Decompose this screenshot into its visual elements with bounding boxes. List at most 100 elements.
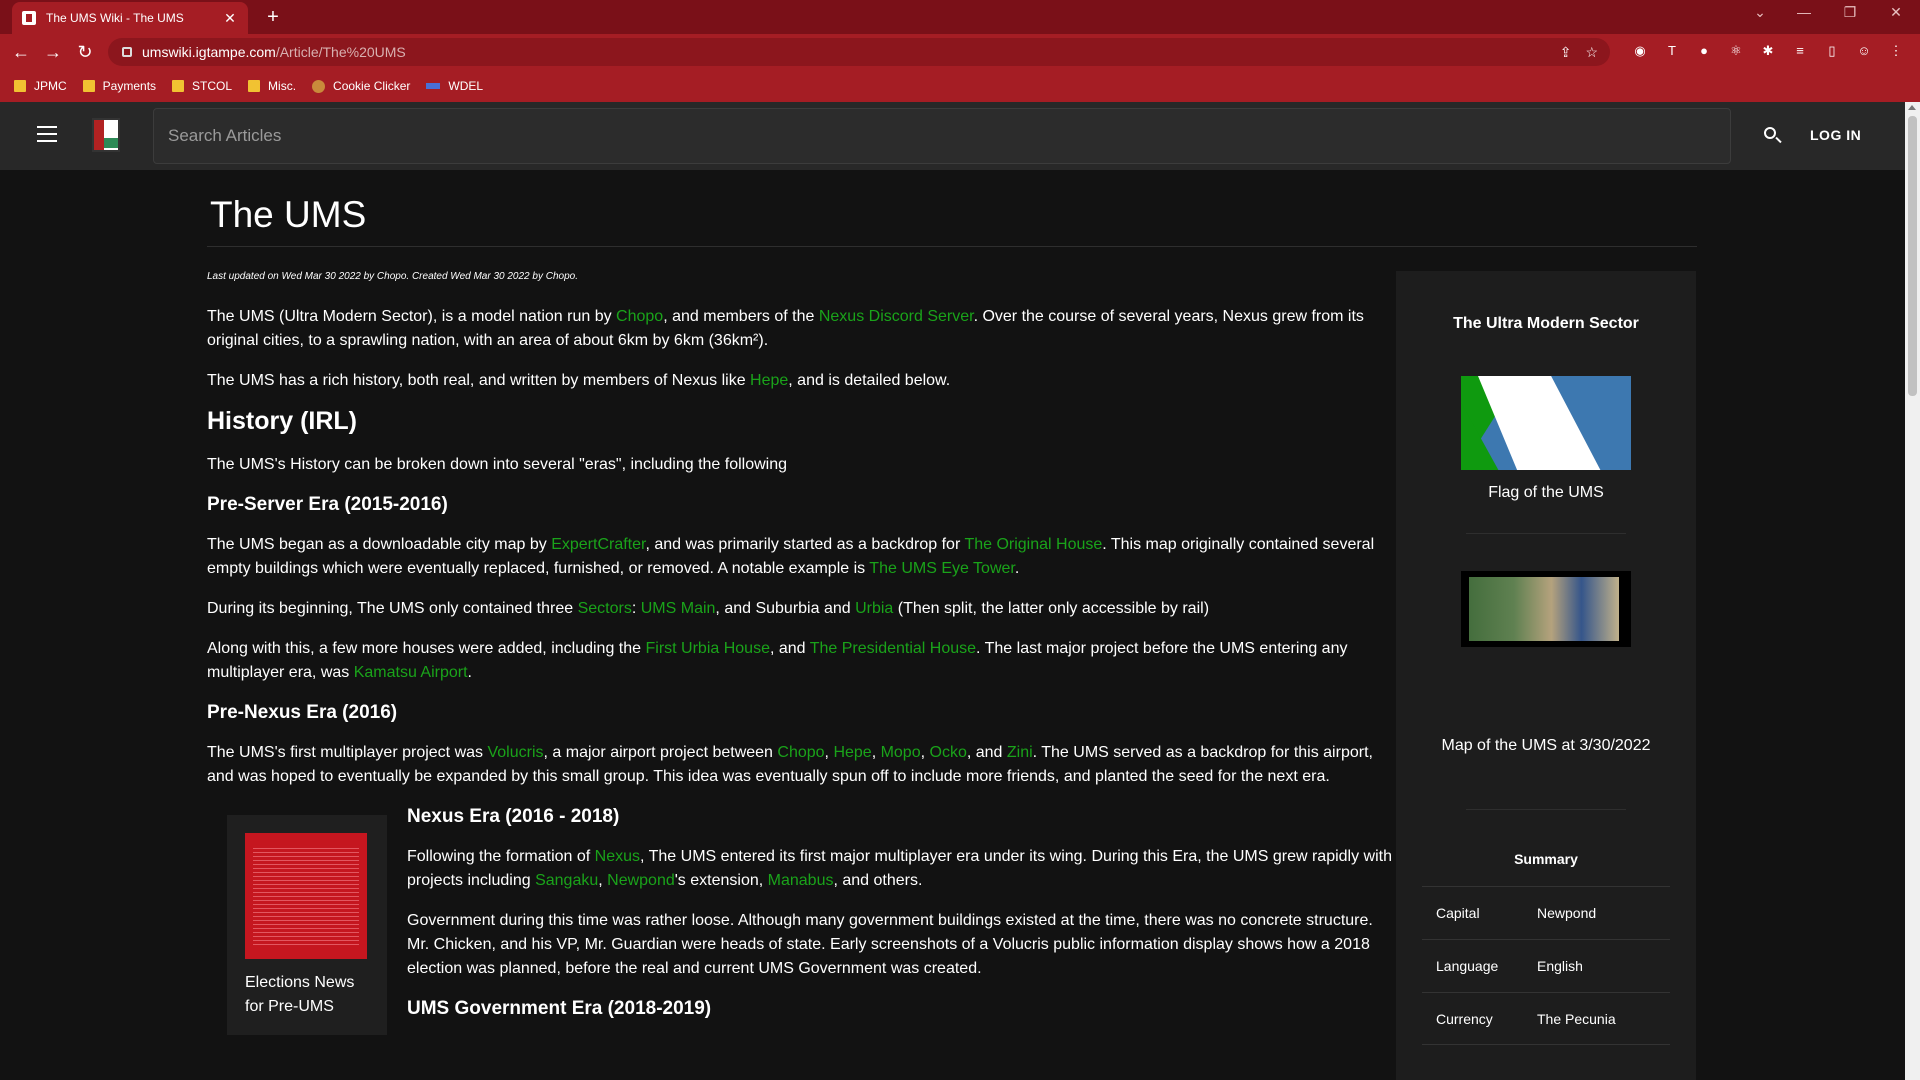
url-host: umswiki.igtampe.com — [142, 44, 276, 60]
bookmark-label: Cookie Clicker — [333, 79, 411, 93]
summary-row: Currency The Pecunia — [1422, 992, 1670, 1045]
summary-title: Summary — [1514, 851, 1578, 867]
bookmark-wdel[interactable]: WDEL — [426, 79, 483, 93]
url-path: /Article/The%20UMS — [275, 44, 406, 60]
ums-flag-image[interactable] — [1461, 376, 1631, 470]
paragraph: The UMS has a rich history, both real, a… — [207, 372, 951, 389]
bookmark-misc[interactable]: Misc. — [248, 79, 296, 93]
link-hepe[interactable]: Hepe — [750, 372, 788, 389]
tab-search-chevron-icon[interactable]: ⌄ — [1746, 4, 1774, 21]
bookmark-label: Payments — [102, 79, 157, 93]
new-tab-button[interactable]: + — [262, 6, 284, 28]
cookie-icon — [312, 79, 326, 93]
react-extension-icon[interactable]: ⚛ — [1726, 41, 1746, 61]
bookmark-label: WDEL — [448, 79, 484, 93]
scrollbar-thumb[interactable] — [1908, 116, 1917, 396]
bookmark-payments[interactable]: Payments — [82, 79, 157, 93]
thumbnail-card[interactable]: Elections News for Pre-UMS — [227, 815, 387, 1035]
map-caption: Map of the UMS at 3/30/2022 — [1441, 737, 1651, 754]
ublock-extension-icon[interactable]: ◉ — [1630, 41, 1650, 61]
bookmark-cookie-clicker[interactable]: Cookie Clicker — [312, 79, 410, 93]
link-expertcrafter[interactable]: ExpertCrafter — [551, 536, 645, 553]
media-queue-icon[interactable]: ≡ — [1790, 41, 1810, 61]
browser-tab[interactable]: The UMS Wiki - The UMS ✕ — [12, 2, 248, 34]
scroll-up-arrow-icon[interactable] — [1908, 105, 1916, 110]
link-kamatsu-airport[interactable]: Kamatsu Airport — [354, 664, 468, 681]
paragraph: Government during this time was rather l… — [407, 912, 1373, 977]
link-sangaku[interactable]: Sangaku — [535, 872, 598, 889]
article-body: The UMS (Ultra Modern Sector), is a mode… — [207, 305, 1397, 1037]
article-meta: Last updated on Wed Mar 30 2022 by Chopo… — [207, 271, 578, 282]
link-newpond[interactable]: Newpond — [607, 872, 675, 889]
heading-history: History (IRL) — [207, 407, 357, 435]
link-first-urbia-house[interactable]: First Urbia House — [645, 640, 769, 657]
summary-key: Language — [1436, 958, 1499, 974]
bookmark-label: JPMC — [34, 79, 67, 93]
folder-icon — [172, 80, 185, 92]
bookmark-label: STCOL — [192, 79, 233, 93]
reload-button[interactable]: ↻ — [74, 41, 96, 63]
bookmark-star-icon[interactable]: ☆ — [1585, 44, 1598, 61]
paragraph: The UMS began as a downloadable city map… — [207, 536, 1375, 577]
link-chopo[interactable]: Chopo — [616, 308, 663, 325]
article-page: The UMS Last updated on Wed Mar 30 2022 … — [0, 170, 1905, 1080]
folder-icon — [82, 80, 95, 92]
infobox-divider — [1466, 533, 1626, 534]
link-eye-tower[interactable]: The UMS Eye Tower — [869, 560, 1015, 577]
forward-button[interactable]: → — [42, 41, 64, 63]
heading-pre-nexus-era: Pre-Nexus Era (2016) — [207, 702, 398, 723]
page-scrollbar[interactable] — [1905, 102, 1920, 1080]
link-sectors[interactable]: Sectors — [578, 600, 632, 617]
lock-icon[interactable] — [122, 47, 132, 57]
search-input[interactable]: Search Articles — [153, 108, 1731, 164]
nexus-era-text: Nexus Era (2016 - 2018) Following the fo… — [407, 805, 1397, 1037]
link-nexus-discord[interactable]: Nexus Discord Server — [819, 308, 974, 325]
search-icon[interactable] — [1762, 125, 1784, 147]
address-bar[interactable]: umswiki.igtampe.com/Article/The%20UMS ⇪ … — [108, 38, 1610, 66]
link-ocko[interactable]: Ocko — [930, 744, 967, 761]
bookmarks-bar: JPMC Payments STCOL Misc. Cookie Clicker… — [0, 70, 1920, 102]
side-panel-icon[interactable]: ▯ — [1822, 41, 1842, 61]
menu-kebab-icon[interactable]: ⋮ — [1886, 41, 1906, 61]
link-urbia[interactable]: Urbia — [855, 600, 893, 617]
tab-strip: The UMS Wiki - The UMS ✕ + ⌄ — ❐ ✕ — [0, 0, 1920, 34]
link-zini[interactable]: Zini — [1007, 744, 1033, 761]
restore-button[interactable]: ❐ — [1836, 4, 1864, 21]
wiki-app-bar: Search Articles LOG IN — [0, 102, 1905, 170]
summary-key: Capital — [1436, 905, 1480, 921]
infobox: The Ultra Modern Sector Flag of the UMS … — [1396, 271, 1696, 1080]
close-tab-icon[interactable]: ✕ — [222, 10, 238, 27]
link-hepe[interactable]: Hepe — [833, 744, 871, 761]
share-icon[interactable]: ⇪ — [1560, 44, 1572, 61]
wiki-logo[interactable] — [92, 118, 120, 152]
folder-icon — [14, 80, 26, 92]
link-original-house[interactable]: The Original House — [964, 536, 1102, 553]
profile-avatar-icon[interactable]: ☺ — [1854, 41, 1874, 61]
thumbnail-caption: Elections News for Pre-UMS — [245, 974, 355, 1015]
cookie-extension-icon[interactable]: ● — [1694, 41, 1714, 61]
extensions-puzzle-icon[interactable]: ✱ — [1758, 41, 1778, 61]
login-button[interactable]: LOG IN — [1810, 127, 1861, 143]
link-mopo[interactable]: Mopo — [881, 744, 921, 761]
link-chopo[interactable]: Chopo — [777, 744, 824, 761]
link-presidential-house[interactable]: The Presidential House — [810, 640, 976, 657]
paragraph: The UMS (Ultra Modern Sector), is a mode… — [207, 308, 1364, 349]
summary-key: Currency — [1436, 1010, 1493, 1027]
summary-value: The Pecunia — [1537, 1010, 1616, 1027]
ums-map-image[interactable] — [1461, 571, 1631, 647]
link-ums-main[interactable]: UMS Main — [641, 600, 716, 617]
close-window-button[interactable]: ✕ — [1882, 4, 1910, 21]
tp-extension-icon[interactable]: T — [1662, 41, 1682, 61]
summary-row: Capital Newpond — [1422, 886, 1670, 939]
minimize-button[interactable]: — — [1790, 4, 1818, 20]
link-nexus[interactable]: Nexus — [595, 848, 640, 865]
wdel-icon — [426, 83, 441, 89]
back-button[interactable]: ← — [10, 41, 32, 63]
elections-news-image[interactable] — [245, 833, 367, 959]
link-manabus[interactable]: Manabus — [768, 872, 834, 889]
link-volucris[interactable]: Volucris — [487, 744, 543, 761]
menu-hamburger-icon[interactable] — [37, 126, 57, 142]
bookmark-jpmc[interactable]: JPMC — [14, 79, 67, 93]
title-divider — [207, 246, 1697, 247]
bookmark-stcol[interactable]: STCOL — [172, 79, 232, 93]
